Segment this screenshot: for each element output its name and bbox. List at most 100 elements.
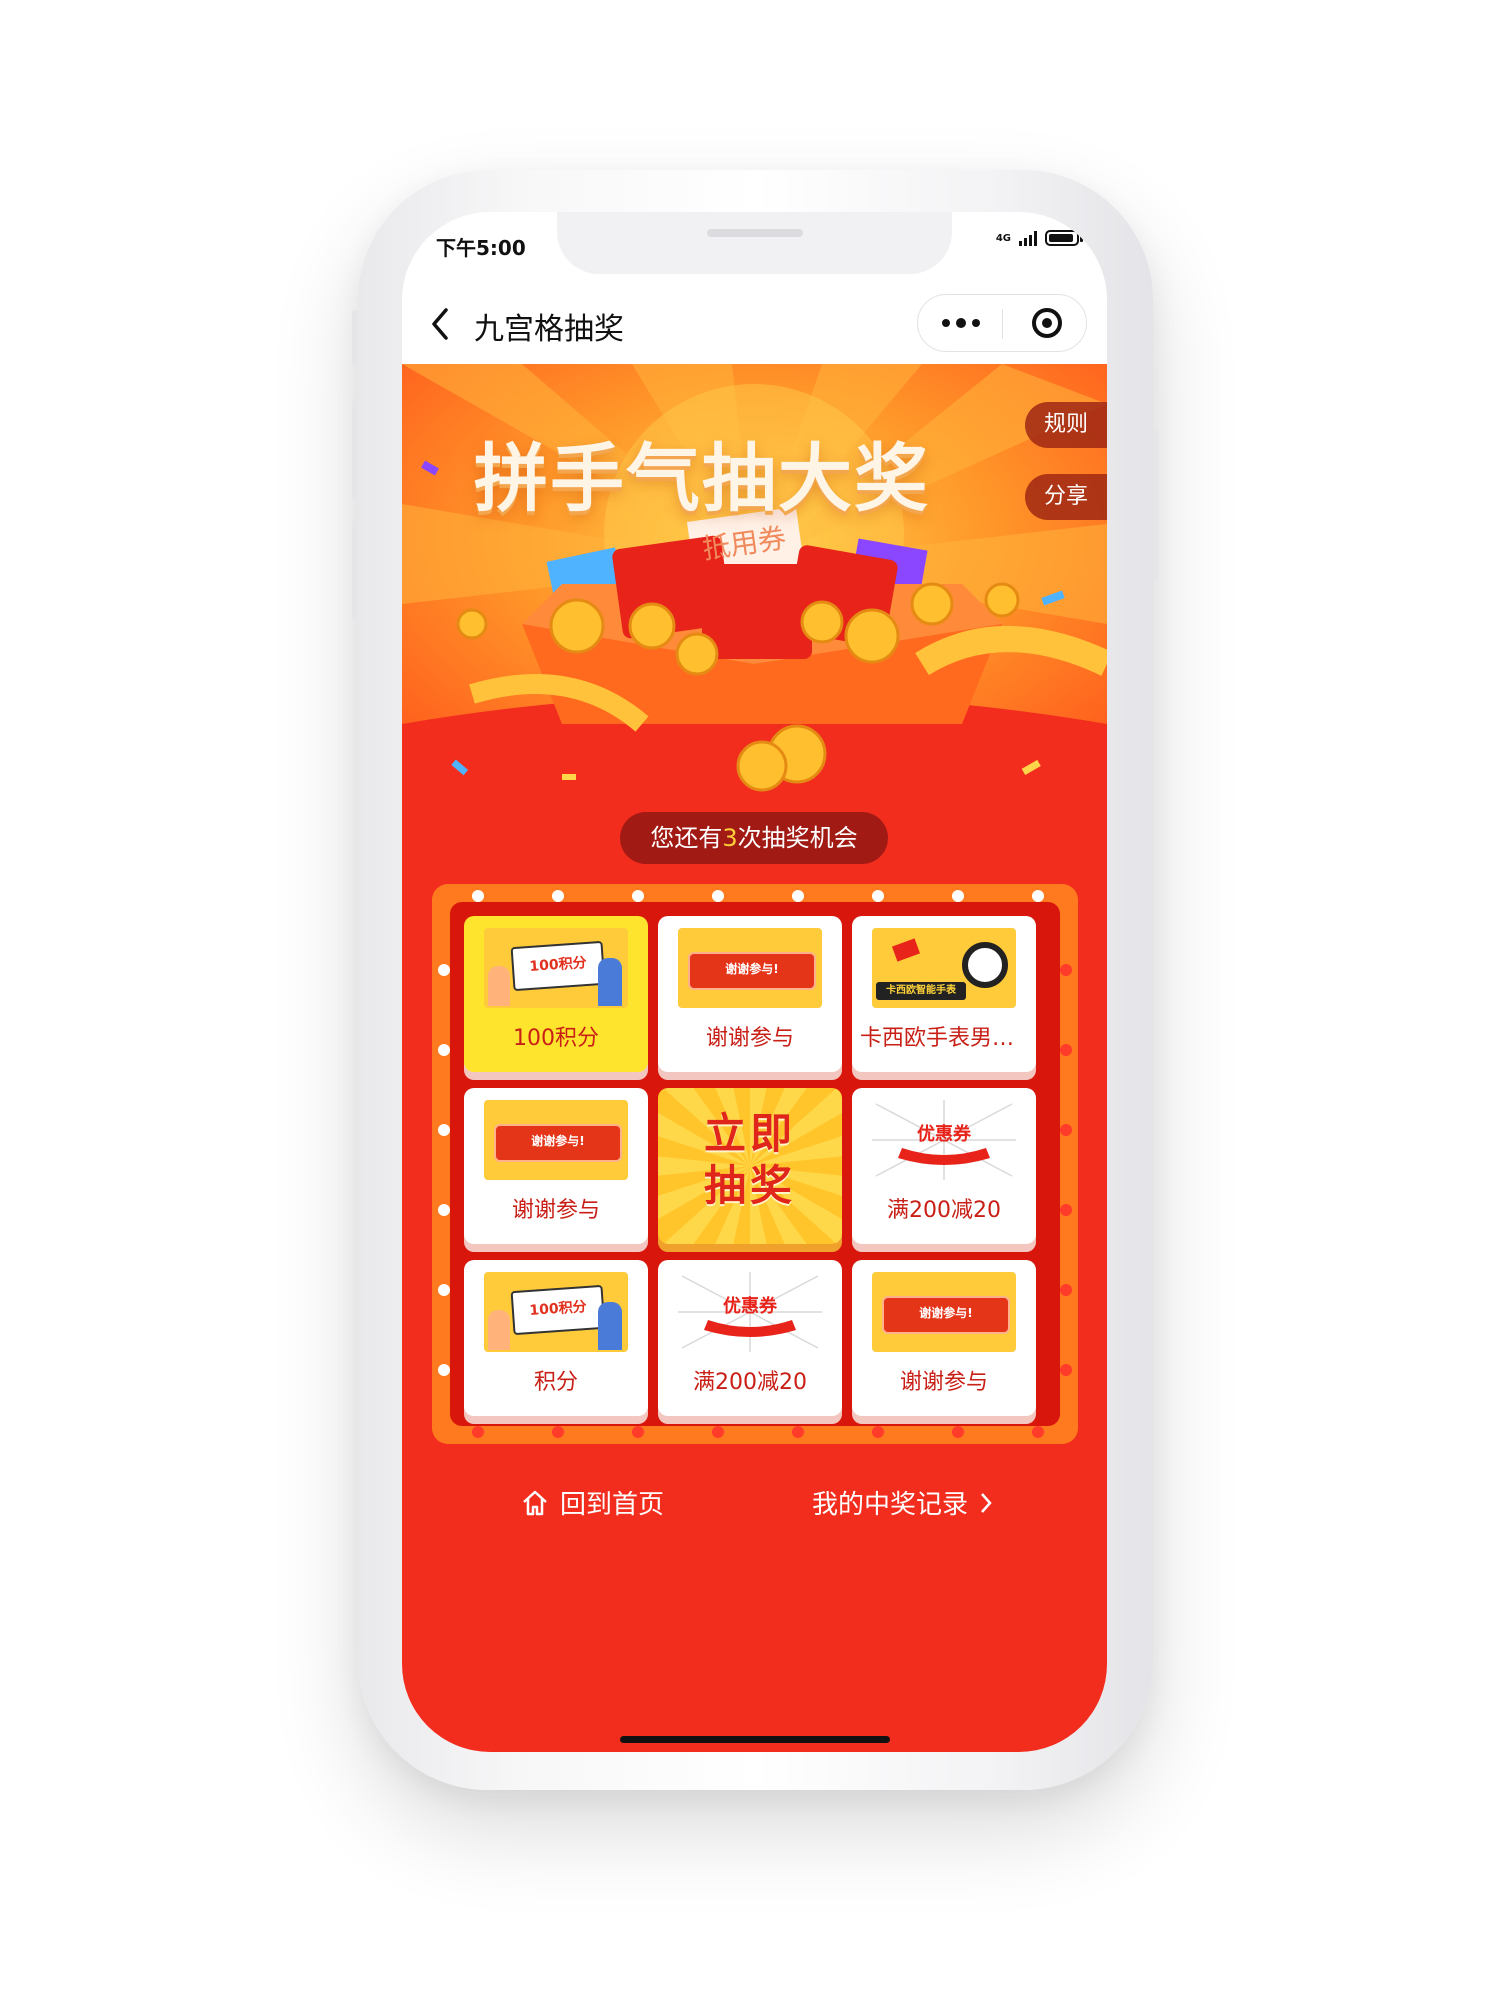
frame-light-dot [1032, 1426, 1044, 1438]
prize-cell: 谢谢参与! 谢谢参与 [658, 916, 842, 1072]
home-indicator [620, 1736, 890, 1743]
megaphone [891, 938, 921, 962]
coupon-title: 优惠券 [723, 1296, 777, 1317]
prize-label: 谢谢参与 [899, 1370, 988, 1395]
volume-down-button [352, 520, 358, 620]
mascot-face [962, 942, 1008, 988]
frame-light-dot [872, 1426, 884, 1438]
frame-light-dot [632, 1426, 644, 1438]
frame-light-dot [1060, 964, 1072, 976]
frame-light-dot [712, 890, 724, 902]
frame-light-dot [438, 1124, 450, 1136]
prize-label: 积分 [533, 1370, 578, 1395]
frame-light-dot [712, 1426, 724, 1438]
banner-title: 拼手气抽大奖 [474, 436, 930, 522]
power-button [1153, 430, 1159, 580]
frame-light-dot [438, 964, 450, 976]
prize-records-label: 我的中奖记录 [812, 1490, 969, 1520]
phone-screen: 下午5:00 4G 九宫格抽奖 拼手气抽大奖 抵用券 规则 分享 您还有3次抽奖… [402, 212, 1107, 1752]
person-left [488, 966, 510, 1006]
status-icons: 4G [995, 230, 1083, 246]
watch-caption: 卡西欧智能手表 [876, 982, 966, 1000]
home-link[interactable]: 回到首页 [520, 1484, 664, 1521]
mute-switch [352, 310, 358, 366]
prize-image: 谢谢参与! [484, 1100, 628, 1180]
frame-light-dot [952, 1426, 964, 1438]
prize-label: 100积分 [513, 1026, 599, 1051]
signal-icon [1019, 230, 1037, 246]
chance-count: 3 [722, 824, 738, 852]
thanks-banner: 谢谢参与! [688, 952, 816, 990]
thanks-banner-text: 谢谢参与! [531, 1134, 585, 1148]
prize-image: 100积分 [484, 1272, 628, 1352]
prize-records-link[interactable]: 我的中奖记录 [812, 1484, 994, 1521]
back-arrow-icon[interactable] [426, 306, 456, 342]
lottery-page: 拼手气抽大奖 抵用券 规则 分享 您还有3次抽奖机会 100积分 100积分 谢谢参… [402, 364, 1107, 1752]
prize-cell: 卡西欧智能手表 卡西欧手表男黑… [852, 916, 1036, 1072]
battery-icon [1045, 230, 1083, 246]
network-label: 4G [995, 232, 1011, 244]
share-button[interactable]: 分享 [1025, 474, 1107, 520]
person-right [598, 1302, 622, 1350]
person-right [598, 958, 622, 1006]
prize-cell: 优惠券满200减20 [852, 1088, 1036, 1244]
banner: 拼手气抽大奖 抵用券 规则 分享 [402, 364, 1107, 794]
frame-light-dot [1060, 1284, 1072, 1296]
prize-cell: 优惠券满200减20 [658, 1260, 842, 1416]
chance-suffix: 次抽奖机会 [737, 824, 858, 852]
thanks-banner-text: 谢谢参与! [919, 1306, 973, 1320]
prize-image: 优惠券 [872, 1100, 1016, 1180]
frame-light-dot [438, 1044, 450, 1056]
mini-program-capsule [917, 294, 1087, 352]
prize-image: 卡西欧智能手表 [872, 928, 1016, 1008]
person-left [488, 1310, 510, 1350]
frame-light-dot [1060, 1204, 1072, 1216]
draw-button-line2: 抽奖 [703, 1161, 796, 1210]
thanks-banner: 谢谢参与! [494, 1124, 622, 1162]
speaker-grille [707, 229, 803, 237]
prize-cell: 谢谢参与! 谢谢参与 [464, 1088, 648, 1244]
prize-label: 满200减20 [693, 1370, 807, 1395]
draw-button-label: 立即 抽奖 [658, 1108, 842, 1212]
frame-light-dot [1060, 1044, 1072, 1056]
coupon-title: 优惠券 [917, 1124, 971, 1145]
rules-button[interactable]: 规则 [1025, 402, 1107, 448]
frame-light-dot [792, 1426, 804, 1438]
prize-cell: 100积分积分 [464, 1260, 648, 1416]
prize-cell: 谢谢参与! 谢谢参与 [852, 1260, 1036, 1416]
home-link-label: 回到首页 [560, 1490, 665, 1520]
lottery-grid-frame: 100积分 100积分 谢谢参与! 谢谢参与 卡西欧智能手表 卡西欧手表男黑… 谢谢参与! 谢… [432, 884, 1078, 1444]
close-target-icon[interactable] [1032, 308, 1062, 338]
draw-button-line1: 立即 [703, 1109, 796, 1158]
prize-cell: 100积分 100积分 [464, 916, 648, 1072]
frame-light-dot [472, 1426, 484, 1438]
frame-light-dot [472, 890, 484, 902]
notch [557, 212, 952, 274]
navbar: 九宫格抽奖 [402, 284, 1107, 364]
remaining-chances: 您还有3次抽奖机会 [620, 812, 888, 864]
prize-image: 100积分 [484, 928, 628, 1008]
frame-light-dot [1032, 890, 1044, 902]
thanks-banner-text: 谢谢参与! [725, 962, 779, 976]
prize-image: 优惠券 [678, 1272, 822, 1352]
frame-light-dot [952, 890, 964, 902]
frame-light-dot [632, 890, 644, 902]
prize-label: 谢谢参与 [705, 1026, 794, 1051]
frame-light-dot [552, 1426, 564, 1438]
prize-label: 满200减20 [887, 1198, 1001, 1223]
home-icon [523, 1490, 547, 1515]
draw-button[interactable]: 立即 抽奖 [658, 1088, 842, 1244]
page-title: 九宫格抽奖 [474, 312, 624, 347]
volume-up-button [352, 400, 358, 500]
frame-light-dot [1060, 1364, 1072, 1376]
capsule-divider [1002, 309, 1003, 339]
chance-prefix: 您还有 [650, 824, 723, 852]
thanks-banner: 谢谢参与! [882, 1296, 1010, 1334]
prize-image: 谢谢参与! [678, 928, 822, 1008]
status-time: 下午5:00 [436, 236, 526, 260]
chevron-right-icon [981, 1492, 992, 1513]
prize-label: 谢谢参与 [511, 1198, 600, 1223]
prize-image: 谢谢参与! [872, 1272, 1016, 1352]
more-icon[interactable] [942, 318, 980, 328]
frame-light-dot [1060, 1124, 1072, 1136]
